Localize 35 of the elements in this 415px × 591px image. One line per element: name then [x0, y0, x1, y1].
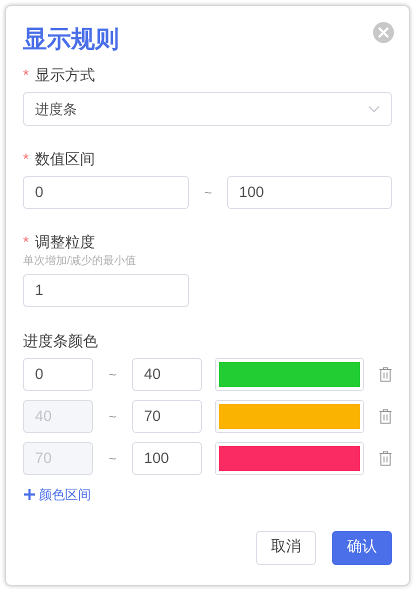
input-field[interactable]: 100	[227, 176, 392, 209]
trash-button[interactable]	[378, 408, 392, 424]
close-icon	[378, 27, 389, 38]
trash-button[interactable]	[378, 450, 392, 466]
input-field[interactable]: 40	[132, 358, 202, 391]
tilde-separator: ~	[108, 450, 118, 468]
cancel-button[interactable]: 取消	[256, 530, 316, 564]
input-field[interactable]: 0	[23, 358, 93, 391]
close-button[interactable]	[373, 22, 394, 43]
trash-icon	[378, 451, 392, 466]
add-color-range-link[interactable]: 颜色区间	[23, 485, 91, 504]
required-asterisk: *	[23, 66, 29, 86]
trash-icon	[378, 409, 392, 424]
field-label: 调整粒度	[34, 233, 95, 253]
select-field[interactable]: 进度条	[23, 92, 392, 126]
field-label: 显示方式	[34, 66, 95, 86]
field-hint: 单次增加/减少的最小值	[23, 254, 138, 268]
input-field[interactable]: 70	[132, 400, 202, 433]
select-value: 进度条	[35, 100, 77, 118]
tilde-separator: ~	[108, 366, 118, 384]
dialog-title: 显示规则	[23, 25, 119, 55]
input-field[interactable]: 1	[23, 274, 189, 307]
plus-icon	[23, 488, 36, 502]
tilde-separator: ~	[203, 184, 213, 202]
input-field[interactable]: 0	[23, 176, 189, 209]
trash-icon	[378, 367, 392, 382]
field-label: 数值区间	[34, 150, 95, 170]
chevron-down-icon	[368, 105, 380, 113]
confirm-button[interactable]: 确认	[332, 530, 392, 564]
section-label: 进度条颜色	[23, 332, 99, 352]
required-asterisk: *	[23, 150, 29, 170]
tilde-separator: ~	[108, 408, 118, 426]
input-field[interactable]: 100	[132, 442, 202, 475]
trash-button[interactable]	[378, 366, 392, 382]
required-asterisk: *	[23, 233, 29, 253]
